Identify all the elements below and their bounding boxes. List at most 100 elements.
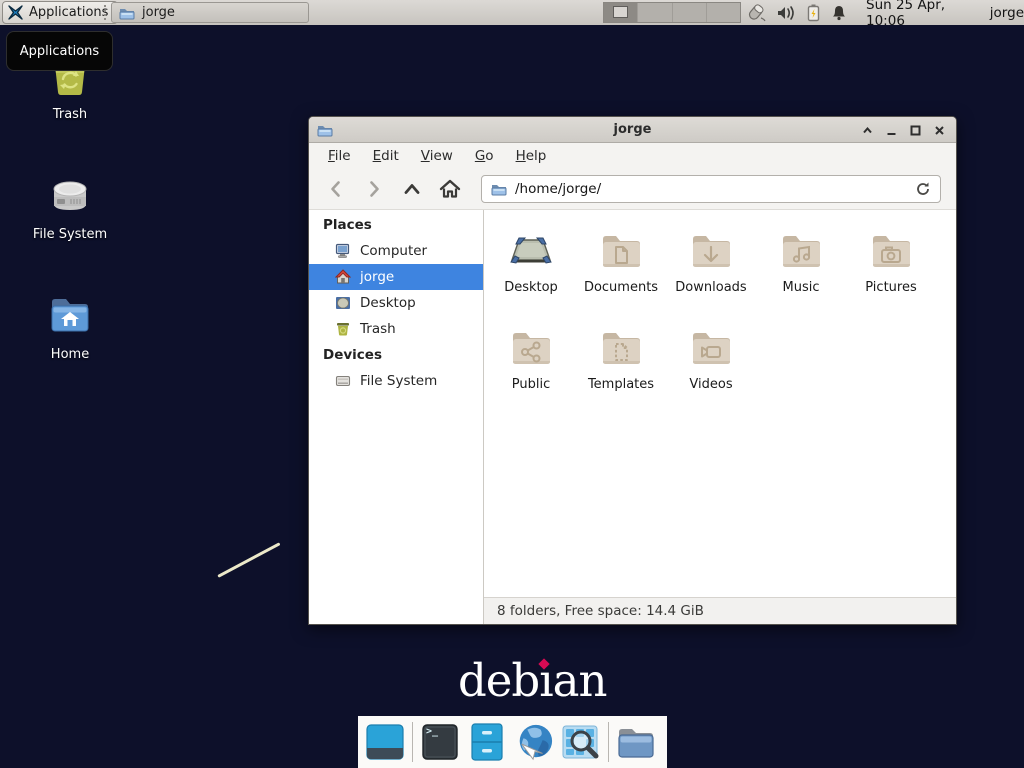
- workspace-pager[interactable]: [603, 2, 741, 23]
- statusbar: 8 folders, Free space: 14.4 GiB: [484, 597, 956, 624]
- mouse-device-icon[interactable]: [746, 4, 766, 22]
- window-title: jorge: [309, 122, 956, 137]
- folder-label: Music: [783, 280, 820, 295]
- location-bar[interactable]: /home/jorge/: [481, 175, 941, 203]
- folder-icon: [119, 5, 135, 21]
- menu-view[interactable]: View: [410, 144, 464, 168]
- sidebar-item-label: Computer: [360, 243, 427, 259]
- path-text[interactable]: /home/jorge/: [515, 181, 601, 197]
- applications-menu-button[interactable]: Applications: [2, 1, 118, 24]
- folder-label: Documents: [584, 280, 658, 295]
- top-panel: Applications jorge: [0, 0, 1024, 25]
- folder-label: Videos: [689, 377, 732, 392]
- folder-label: Pictures: [865, 280, 916, 295]
- app-finder-launcher[interactable]: [561, 722, 601, 762]
- notification-bell-icon[interactable]: [831, 4, 847, 21]
- dock-separator: [608, 722, 609, 762]
- reload-icon[interactable]: [915, 181, 931, 197]
- trash-icon: [335, 321, 351, 337]
- path-folder-icon: [491, 181, 507, 197]
- statusbar-text: 8 folders, Free space: 14.4 GiB: [497, 603, 704, 619]
- folder-view: Desktop Documents: [484, 210, 956, 624]
- templates-folder-icon: [597, 323, 645, 371]
- forward-button[interactable]: [361, 176, 387, 202]
- back-button[interactable]: [323, 176, 349, 202]
- window-titlebar[interactable]: jorge: [309, 117, 956, 143]
- file-manager-launcher[interactable]: [467, 722, 507, 762]
- folder-videos[interactable]: Videos: [666, 323, 756, 420]
- public-folder-icon: [507, 323, 555, 371]
- bottom-dock: >_: [358, 716, 667, 768]
- sidebar-devices-header: Devices: [309, 342, 483, 368]
- desktop-icon-home[interactable]: Home: [22, 290, 118, 362]
- sidebar-item-computer[interactable]: Computer: [309, 238, 483, 264]
- show-desktop-button[interactable]: [365, 722, 405, 762]
- maximize-button[interactable]: [908, 123, 922, 137]
- sidebar-item-label: File System: [360, 373, 437, 389]
- workspace-1[interactable]: [604, 3, 638, 22]
- desktop-icon-label: File System: [22, 227, 118, 242]
- folder-music[interactable]: Music: [756, 226, 846, 323]
- folder-public[interactable]: Public: [486, 323, 576, 420]
- taskbar-window-label: jorge: [142, 5, 175, 20]
- desktop-icon-label: Home: [22, 347, 118, 362]
- home-folder-icon: [46, 290, 94, 338]
- folder-label: Public: [512, 377, 550, 392]
- battery-charging-icon[interactable]: [807, 4, 820, 22]
- menu-file[interactable]: File: [317, 144, 362, 168]
- pager-window-thumb: [613, 6, 628, 18]
- directory-menu-launcher[interactable]: [616, 722, 656, 762]
- folder-documents[interactable]: Documents: [576, 226, 666, 323]
- menu-go[interactable]: Go: [464, 144, 505, 168]
- panel-clock[interactable]: Sun 25 Apr, 10:06: [866, 0, 973, 29]
- folder-pictures[interactable]: Pictures: [846, 226, 936, 323]
- shade-button[interactable]: [860, 123, 874, 137]
- close-button[interactable]: [932, 123, 946, 137]
- folder-label: Desktop: [504, 280, 558, 295]
- folder-label: Templates: [588, 377, 654, 392]
- folder-templates[interactable]: Templates: [576, 323, 666, 420]
- harddrive-icon: [46, 170, 94, 218]
- sidebar: Places Computer: [309, 210, 484, 624]
- sidebar-item-jorge[interactable]: jorge: [309, 264, 483, 290]
- workspace-3[interactable]: [673, 3, 707, 22]
- web-browser-launcher[interactable]: [514, 722, 554, 762]
- computer-icon: [335, 243, 351, 259]
- applications-label: Applications: [29, 5, 108, 20]
- menu-edit[interactable]: Edit: [362, 144, 410, 168]
- sidebar-item-label: Desktop: [360, 295, 416, 311]
- terminal-launcher[interactable]: >_: [420, 722, 460, 762]
- sidebar-item-file-system[interactable]: File System: [309, 368, 483, 394]
- applications-tooltip: Applications: [6, 31, 113, 71]
- dock-separator: [412, 722, 413, 762]
- desktop-icon: [335, 295, 351, 311]
- sidebar-item-desktop[interactable]: Desktop: [309, 290, 483, 316]
- desktop-icon-label: Trash: [22, 107, 118, 122]
- taskbar-window-button[interactable]: jorge: [111, 2, 309, 23]
- documents-folder-icon: [597, 226, 645, 274]
- desktop-special-icon: [507, 226, 555, 274]
- terminal-prompt-glyph: >_: [426, 726, 438, 737]
- sidebar-item-trash[interactable]: Trash: [309, 316, 483, 342]
- panel-separator-handle: [104, 5, 107, 20]
- workspace-4[interactable]: [707, 3, 740, 22]
- icon-grid: Desktop Documents: [484, 210, 956, 597]
- cursor-artifact: [217, 542, 280, 578]
- home-icon: [335, 269, 351, 285]
- folder-desktop[interactable]: Desktop: [486, 226, 576, 323]
- music-folder-icon: [777, 226, 825, 274]
- sidebar-item-label: jorge: [360, 269, 394, 285]
- menu-help[interactable]: Help: [505, 144, 558, 168]
- home-button[interactable]: [437, 176, 463, 202]
- panel-username[interactable]: jorge: [990, 5, 1024, 21]
- volume-icon[interactable]: [777, 5, 796, 21]
- folder-label: Downloads: [675, 280, 746, 295]
- desktop-icon-filesystem[interactable]: File System: [22, 170, 118, 242]
- minimize-button[interactable]: [884, 123, 898, 137]
- workspace-2[interactable]: [638, 3, 672, 22]
- up-button[interactable]: [399, 176, 425, 202]
- drive-icon: [335, 373, 351, 389]
- folder-downloads[interactable]: Downloads: [666, 226, 756, 323]
- file-manager-window: jorge File Edit View Go Help: [308, 116, 957, 625]
- xfce-logo-icon: [7, 4, 24, 21]
